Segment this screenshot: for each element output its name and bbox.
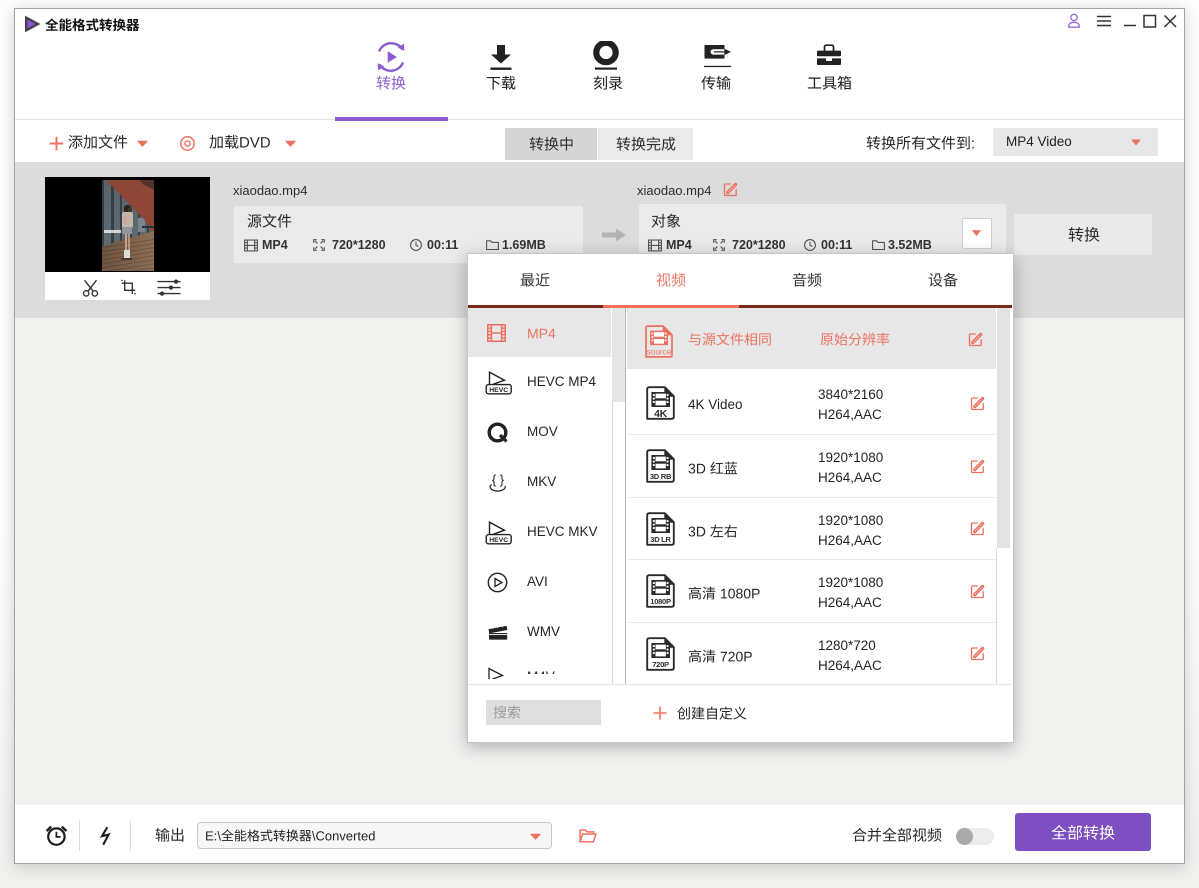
svg-text:3D LR: 3D LR [650, 534, 671, 543]
svg-text:HEVC: HEVC [489, 536, 508, 543]
svg-text:1080P: 1080P [650, 597, 671, 606]
svg-text:{ }: { } [492, 472, 505, 487]
svg-text:source: source [647, 347, 672, 356]
svg-text:720P: 720P [652, 659, 669, 668]
svg-text:3D RB: 3D RB [650, 472, 672, 481]
svg-text:HEVC: HEVC [489, 386, 508, 393]
svg-text:4K: 4K [654, 408, 668, 420]
